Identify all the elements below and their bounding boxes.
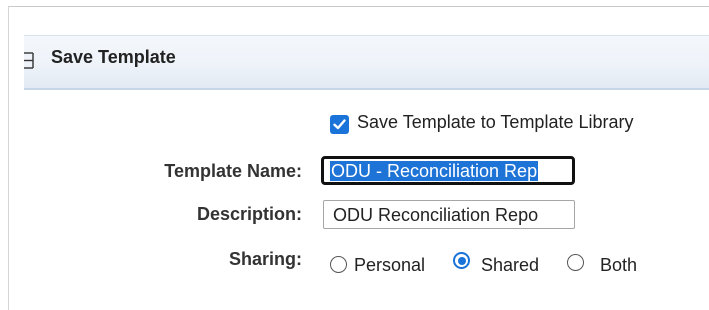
checkmark-icon	[333, 119, 346, 130]
sharing-option-both-label[interactable]: Both	[600, 255, 637, 276]
sharing-option-shared-label[interactable]: Shared	[481, 255, 539, 276]
top-border	[8, 6, 709, 7]
template-name-value: ODU - Reconciliation Rep	[330, 161, 539, 181]
sharing-radio-personal[interactable]	[330, 256, 347, 273]
sharing-radio-shared[interactable]	[453, 252, 470, 269]
save-to-library-checkbox[interactable]	[330, 115, 349, 134]
description-label: Description:	[196, 204, 302, 224]
description-input[interactable]: ODU Reconciliation Repo	[323, 200, 575, 229]
description-value: ODU Reconciliation Repo	[333, 205, 539, 225]
collapse-icon[interactable]	[24, 52, 34, 69]
save-template-form: Save Template Save Template to Template …	[0, 0, 709, 310]
sharing-label: Sharing:	[228, 249, 302, 269]
sharing-option-personal-label[interactable]: Personal	[354, 255, 425, 276]
template-name-label: Template Name:	[164, 161, 302, 181]
panel-title: Save Template	[51, 47, 176, 67]
save-to-library-label[interactable]: Save Template to Template Library	[357, 112, 634, 133]
template-name-input[interactable]: ODU - Reconciliation Rep	[321, 156, 575, 185]
left-border	[8, 6, 9, 310]
sharing-radio-both[interactable]	[567, 254, 584, 271]
